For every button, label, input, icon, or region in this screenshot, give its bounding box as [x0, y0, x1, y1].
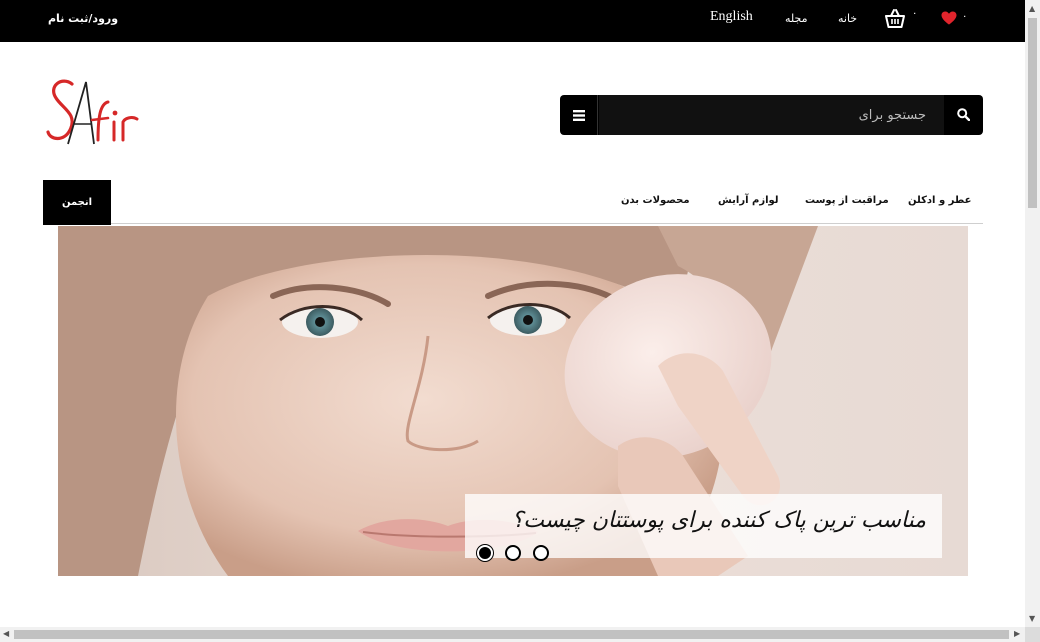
top-bar: ورود/ثبت نام English مجله خانه ۰ ۰: [0, 0, 1025, 42]
top-nav-magazine[interactable]: مجله: [785, 12, 808, 25]
scroll-down-arrow-icon[interactable]: ▼: [1029, 614, 1035, 623]
main-nav-perfume[interactable]: عطر و ادکلن: [908, 195, 971, 206]
main-nav-divider: [43, 223, 983, 224]
category-menu-button[interactable]: [560, 95, 598, 135]
horizontal-scrollbar[interactable]: ◀ ▶: [0, 627, 1025, 642]
horizontal-scrollbar-thumb[interactable]: [14, 630, 1009, 639]
vertical-scrollbar-thumb[interactable]: [1028, 18, 1037, 208]
main-nav-forum[interactable]: انجمن: [43, 180, 111, 225]
main-nav-makeup[interactable]: لوازم آرایش: [718, 195, 779, 206]
slider-dot-3[interactable]: [533, 545, 549, 561]
slide-caption-text: مناسب ترین پاک کننده برای پوستتان چیست؟: [511, 508, 926, 533]
search-bar: [560, 95, 983, 135]
scroll-left-arrow-icon[interactable]: ◀: [3, 629, 9, 638]
search-button[interactable]: [944, 95, 983, 135]
basket-icon[interactable]: [883, 7, 907, 31]
scrollbar-corner: [1025, 627, 1040, 642]
hamburger-menu-icon: [572, 106, 585, 125]
heart-icon[interactable]: [941, 10, 957, 25]
search-input[interactable]: [599, 95, 944, 135]
main-nav-skincare[interactable]: مراقبت از پوست: [805, 195, 889, 206]
basket-count-badge: ۰: [912, 8, 918, 19]
wishlist-count-badge: ۰: [962, 11, 968, 22]
language-switch-link[interactable]: English: [710, 9, 753, 25]
hero-slider[interactable]: مناسب ترین پاک کننده برای پوستتان چیست؟: [58, 226, 968, 576]
slider-dot-1[interactable]: [477, 545, 493, 561]
slider-dot-2[interactable]: [505, 545, 521, 561]
main-nav-body-products[interactable]: محصولات بدن: [621, 195, 690, 206]
scroll-up-arrow-icon[interactable]: ▲: [1029, 4, 1035, 13]
site-logo[interactable]: [46, 78, 141, 148]
vertical-scrollbar[interactable]: ▲ ▼: [1025, 0, 1040, 627]
search-icon: [957, 106, 971, 125]
top-nav-home[interactable]: خانه: [838, 12, 857, 25]
login-register-link[interactable]: ورود/ثبت نام: [48, 12, 118, 25]
scroll-right-arrow-icon[interactable]: ▶: [1014, 629, 1020, 638]
